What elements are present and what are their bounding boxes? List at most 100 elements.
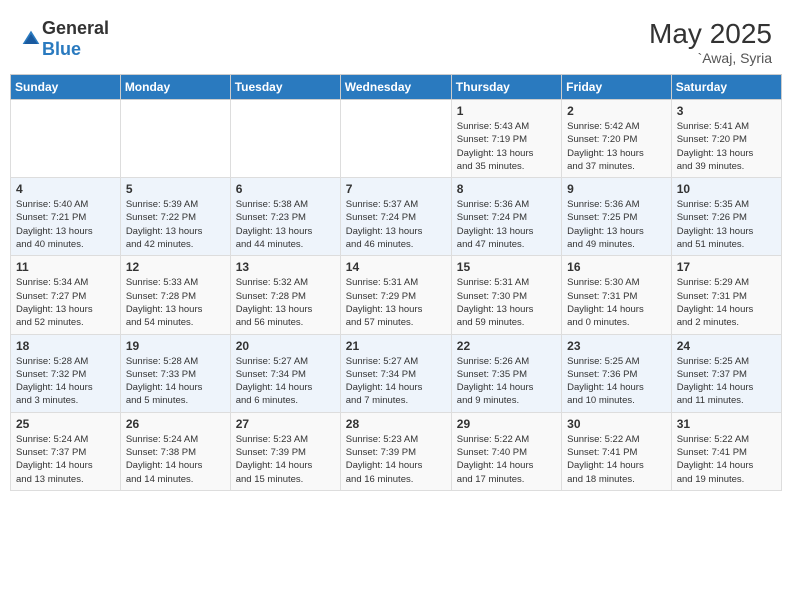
day-info: Sunrise: 5:36 AMSunset: 7:24 PMDaylight:… [457, 198, 556, 251]
calendar-cell: 11 Sunrise: 5:34 AMSunset: 7:27 PMDayligh… [11, 256, 121, 334]
day-info: Sunrise: 5:27 AMSunset: 7:34 PMDaylight:… [236, 355, 335, 408]
day-info: Sunrise: 5:22 AMSunset: 7:41 PMDaylight:… [677, 433, 776, 486]
day-info: Sunrise: 5:40 AMSunset: 7:21 PMDaylight:… [16, 198, 115, 251]
day-info: Sunrise: 5:25 AMSunset: 7:37 PMDaylight:… [677, 355, 776, 408]
calendar-cell: 20Sunrise: 5:27 AMSunset: 7:34 PMDayligh… [230, 334, 340, 412]
day-number: 21 [346, 339, 446, 353]
calendar-cell [230, 100, 340, 178]
day-info: Sunrise: 5:27 AMSunset: 7:34 PMDaylight:… [346, 355, 446, 408]
calendar-cell: 17 Sunrise: 5:29 AMSunset: 7:31 PMDayligh… [671, 256, 781, 334]
day-info: Sunrise: 5:32 AMSunset: 7:28 PMDaylight:… [236, 276, 335, 329]
day-info: Sunrise: 5:43 AMSunset: 7:19 PMDaylight:… [457, 120, 556, 173]
day-info: Sunrise: 5:25 AMSunset: 7:36 PMDaylight:… [567, 355, 666, 408]
weekday-header: Tuesday [230, 75, 340, 100]
day-number: 1 [457, 104, 556, 118]
day-info: Sunrise: 5:26 AMSunset: 7:35 PMDaylight:… [457, 355, 556, 408]
calendar-cell: 8 Sunrise: 5:36 AMSunset: 7:24 PMDaylight… [451, 178, 561, 256]
calendar-cell: 26 Sunrise: 5:24 AMSunset: 7:38 PMDayligh… [120, 412, 230, 490]
page-header: General Blue May 2025 `Awaj, Syria [10, 10, 782, 70]
logo-blue: Blue [42, 39, 81, 59]
location: `Awaj, Syria [649, 50, 772, 66]
day-number: 31 [677, 417, 776, 431]
day-number: 22 [457, 339, 556, 353]
calendar-cell: 5 Sunrise: 5:39 AMSunset: 7:22 PMDaylight… [120, 178, 230, 256]
calendar-cell: 3 Sunrise: 5:41 AMSunset: 7:20 PMDaylight… [671, 100, 781, 178]
calendar-cell [11, 100, 121, 178]
day-number: 11 [16, 260, 115, 274]
calendar-cell: 15Sunrise: 5:31 AMSunset: 7:30 PMDayligh… [451, 256, 561, 334]
calendar-cell: 7 Sunrise: 5:37 AMSunset: 7:24 PMDaylight… [340, 178, 451, 256]
calendar-cell: 14 Sunrise: 5:31 AMSunset: 7:29 PMDayligh… [340, 256, 451, 334]
calendar-cell: 23 Sunrise: 5:25 AMSunset: 7:36 PMDayligh… [562, 334, 672, 412]
calendar-week-row: 11 Sunrise: 5:34 AMSunset: 7:27 PMDayligh… [11, 256, 782, 334]
calendar-cell: 28Sunrise: 5:23 AMSunset: 7:39 PMDayligh… [340, 412, 451, 490]
calendar-cell: 2 Sunrise: 5:42 AMSunset: 7:20 PMDaylight… [562, 100, 672, 178]
calendar-week-row: 18 Sunrise: 5:28 AMSunset: 7:32 PMDayligh… [11, 334, 782, 412]
weekday-header: Thursday [451, 75, 561, 100]
day-number: 5 [126, 182, 225, 196]
day-number: 8 [457, 182, 556, 196]
day-info: Sunrise: 5:28 AMSunset: 7:32 PMDaylight:… [16, 355, 115, 408]
logo-general: General [42, 18, 109, 38]
title-block: May 2025 `Awaj, Syria [649, 18, 772, 66]
day-number: 19 [126, 339, 225, 353]
day-info: Sunrise: 5:33 AMSunset: 7:28 PMDaylight:… [126, 276, 225, 329]
day-info: Sunrise: 5:39 AMSunset: 7:22 PMDaylight:… [126, 198, 225, 251]
logo: General Blue [20, 18, 109, 60]
calendar-cell: 12Sunrise: 5:33 AMSunset: 7:28 PMDayligh… [120, 256, 230, 334]
weekday-header: Sunday [11, 75, 121, 100]
day-number: 29 [457, 417, 556, 431]
calendar-cell: 18 Sunrise: 5:28 AMSunset: 7:32 PMDayligh… [11, 334, 121, 412]
day-number: 26 [126, 417, 225, 431]
day-info: Sunrise: 5:34 AMSunset: 7:27 PMDaylight:… [16, 276, 115, 329]
day-number: 13 [236, 260, 335, 274]
calendar-week-row: 4 Sunrise: 5:40 AMSunset: 7:21 PMDaylight… [11, 178, 782, 256]
day-number: 17 [677, 260, 776, 274]
day-number: 16 [567, 260, 666, 274]
calendar-cell: 31 Sunrise: 5:22 AMSunset: 7:41 PMDayligh… [671, 412, 781, 490]
weekday-header: Monday [120, 75, 230, 100]
day-number: 18 [16, 339, 115, 353]
day-info: Sunrise: 5:36 AMSunset: 7:25 PMDaylight:… [567, 198, 666, 251]
day-info: Sunrise: 5:38 AMSunset: 7:23 PMDaylight:… [236, 198, 335, 251]
day-number: 3 [677, 104, 776, 118]
day-number: 7 [346, 182, 446, 196]
calendar-cell: 1 Sunrise: 5:43 AMSunset: 7:19 PMDaylight… [451, 100, 561, 178]
calendar-cell: 9 Sunrise: 5:36 AMSunset: 7:25 PMDaylight… [562, 178, 672, 256]
calendar-cell: 10Sunrise: 5:35 AMSunset: 7:26 PMDayligh… [671, 178, 781, 256]
day-number: 24 [677, 339, 776, 353]
day-number: 30 [567, 417, 666, 431]
day-number: 4 [16, 182, 115, 196]
day-number: 15 [457, 260, 556, 274]
day-number: 2 [567, 104, 666, 118]
day-number: 25 [16, 417, 115, 431]
day-info: Sunrise: 5:31 AMSunset: 7:29 PMDaylight:… [346, 276, 446, 329]
day-info: Sunrise: 5:37 AMSunset: 7:24 PMDaylight:… [346, 198, 446, 251]
calendar-table: SundayMondayTuesdayWednesdayThursdayFrid… [10, 74, 782, 491]
day-number: 14 [346, 260, 446, 274]
month-year: May 2025 [649, 18, 772, 50]
calendar-cell: 27Sunrise: 5:23 AMSunset: 7:39 PMDayligh… [230, 412, 340, 490]
calendar-cell: 19Sunrise: 5:28 AMSunset: 7:33 PMDayligh… [120, 334, 230, 412]
day-info: Sunrise: 5:41 AMSunset: 7:20 PMDaylight:… [677, 120, 776, 173]
day-info: Sunrise: 5:29 AMSunset: 7:31 PMDaylight:… [677, 276, 776, 329]
calendar-cell: 16 Sunrise: 5:30 AMSunset: 7:31 PMDayligh… [562, 256, 672, 334]
weekday-header: Saturday [671, 75, 781, 100]
calendar-week-row: 25Sunrise: 5:24 AMSunset: 7:37 PMDayligh… [11, 412, 782, 490]
day-info: Sunrise: 5:42 AMSunset: 7:20 PMDaylight:… [567, 120, 666, 173]
day-info: Sunrise: 5:24 AMSunset: 7:38 PMDaylight:… [126, 433, 225, 486]
weekday-header: Wednesday [340, 75, 451, 100]
calendar-cell: 30Sunrise: 5:22 AMSunset: 7:41 PMDayligh… [562, 412, 672, 490]
calendar-cell: 21 Sunrise: 5:27 AMSunset: 7:34 PMDayligh… [340, 334, 451, 412]
day-number: 23 [567, 339, 666, 353]
calendar-cell: 13 Sunrise: 5:32 AMSunset: 7:28 PMDayligh… [230, 256, 340, 334]
calendar-cell: 4 Sunrise: 5:40 AMSunset: 7:21 PMDaylight… [11, 178, 121, 256]
calendar-week-row: 1 Sunrise: 5:43 AMSunset: 7:19 PMDaylight… [11, 100, 782, 178]
day-info: Sunrise: 5:22 AMSunset: 7:40 PMDaylight:… [457, 433, 556, 486]
day-number: 9 [567, 182, 666, 196]
day-info: Sunrise: 5:30 AMSunset: 7:31 PMDaylight:… [567, 276, 666, 329]
calendar-cell: 6Sunrise: 5:38 AMSunset: 7:23 PMDaylight… [230, 178, 340, 256]
calendar-cell: 22 Sunrise: 5:26 AMSunset: 7:35 PMDayligh… [451, 334, 561, 412]
calendar-cell [340, 100, 451, 178]
calendar-cell: 25Sunrise: 5:24 AMSunset: 7:37 PMDayligh… [11, 412, 121, 490]
